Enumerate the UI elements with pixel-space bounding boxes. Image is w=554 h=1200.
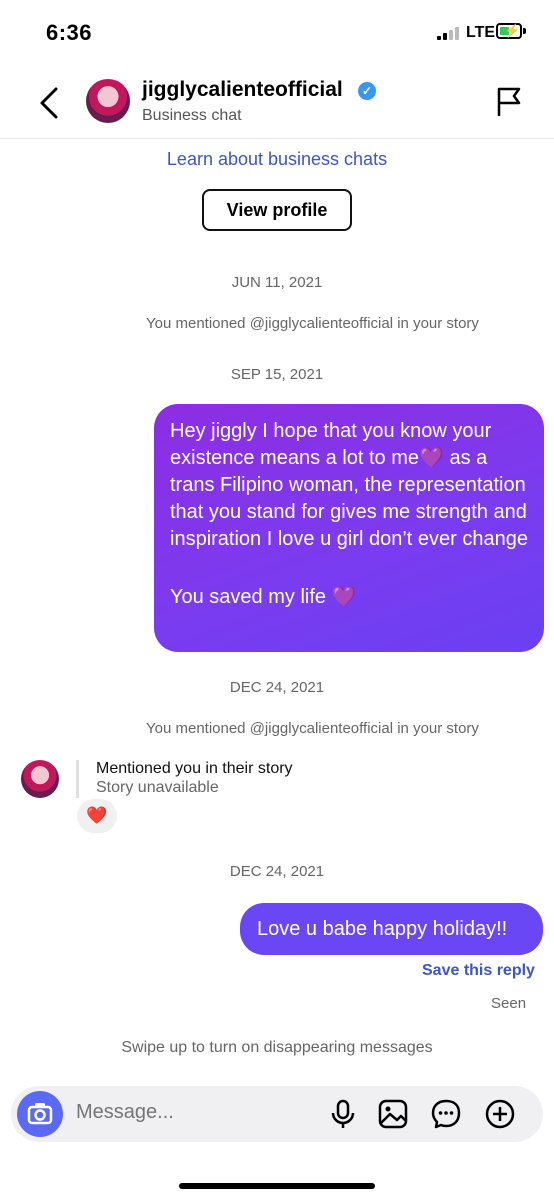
back-chevron-icon[interactable] bbox=[36, 86, 66, 120]
sender-avatar[interactable] bbox=[21, 760, 59, 798]
verified-badge-icon: ✓ bbox=[358, 82, 376, 100]
seen-status: Seen bbox=[491, 995, 527, 1012]
cellular-signal-icon bbox=[437, 26, 461, 40]
camera-button[interactable] bbox=[17, 1091, 63, 1137]
date-separator: DEC 24, 2021 bbox=[229, 863, 325, 880]
date-separator: DEC 24, 2021 bbox=[229, 679, 325, 696]
story-unavailable-label: Story unavailable bbox=[96, 779, 219, 796]
message-text: Love u babe happy holiday!! bbox=[257, 918, 508, 940]
view-profile-button[interactable]: View profile bbox=[202, 189, 352, 231]
plus-icon[interactable] bbox=[484, 1098, 516, 1130]
date-separator: SEP 15, 2021 bbox=[230, 366, 324, 383]
story-mention-notice: You mentioned @jigglycalienteofficial in… bbox=[146, 315, 479, 332]
chat-title[interactable]: jigglycalienteofficial bbox=[142, 78, 343, 102]
date-separator: JUN 11, 2021 bbox=[231, 274, 323, 291]
home-indicator bbox=[179, 1183, 375, 1189]
story-reply-bar bbox=[76, 760, 79, 798]
gallery-icon[interactable] bbox=[377, 1098, 409, 1130]
camera-icon bbox=[27, 1103, 53, 1125]
network-label: LTE bbox=[466, 24, 496, 41]
microphone-icon[interactable] bbox=[327, 1098, 359, 1130]
flag-icon[interactable] bbox=[494, 86, 524, 118]
story-mention-notice: You mentioned @jigglycalienteofficial in… bbox=[146, 720, 479, 737]
outgoing-message-bubble[interactable]: Love u babe happy holiday!! bbox=[240, 903, 543, 955]
save-reply-link[interactable]: Save this reply bbox=[422, 962, 535, 980]
learn-business-chats-link[interactable]: Learn about business chats bbox=[0, 149, 554, 170]
chat-subtitle: Business chat bbox=[142, 107, 242, 124]
status-time: 6:36 bbox=[46, 20, 93, 45]
message-text: You saved my life 💜 bbox=[170, 586, 357, 608]
profile-avatar[interactable] bbox=[86, 79, 130, 123]
story-mention-title[interactable]: Mentioned you in their story bbox=[96, 760, 293, 778]
disappearing-messages-hint: Swipe up to turn on disappearing message… bbox=[121, 1039, 433, 1056]
heart-reaction-icon[interactable]: ❤️ bbox=[77, 799, 117, 833]
message-text: Hey jiggly I hope that you know your exi… bbox=[170, 420, 528, 550]
message-input[interactable] bbox=[76, 1101, 316, 1124]
battery-cap bbox=[523, 28, 526, 34]
battery-icon: ⚡ bbox=[496, 23, 522, 39]
outgoing-message-bubble[interactable]: Hey jiggly I hope that you know your exi… bbox=[154, 404, 544, 652]
sticker-chat-icon[interactable] bbox=[430, 1098, 462, 1130]
header-divider bbox=[0, 138, 554, 139]
